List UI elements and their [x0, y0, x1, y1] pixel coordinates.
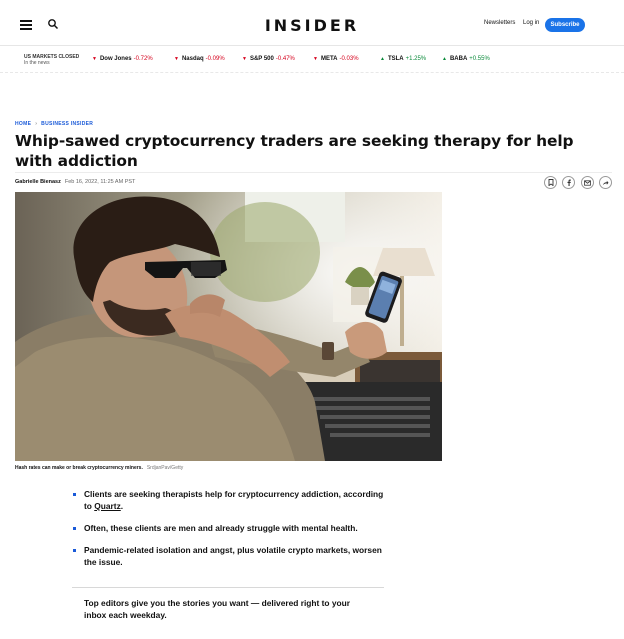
ticker-item-s-p-500[interactable]: ▼ S&P 500 -0.47%: [242, 56, 295, 62]
photo-credit: SrdjanPav/Getty: [146, 465, 184, 471]
ticker-change: +0.55%: [469, 56, 490, 62]
breadcrumb: HOME › BUSINESS INSIDER: [15, 121, 93, 127]
ticker-change: -0.47%: [275, 56, 295, 62]
top-navigation-bar: INSIDER Newsletters Log in Subscribe: [0, 0, 624, 46]
article-headline: Whip-sawed cryptocurrency traders are se…: [15, 132, 574, 170]
subscribe-button[interactable]: Subscribe: [545, 18, 585, 32]
key-point-3: Pandemic-related isolation and angst, pl…: [72, 544, 392, 568]
man-with-phone-photo: [15, 192, 442, 461]
ticker-change: -0.72%: [133, 56, 153, 62]
down-arrow-icon: ▼: [242, 56, 247, 62]
author-name[interactable]: Gabrielle Bienasz: [15, 179, 61, 185]
ticker-symbol: Nasdaq: [181, 56, 204, 62]
ticker-symbol: BABA: [449, 56, 468, 62]
ticker-item-nasdaq[interactable]: ▼ Nasdaq -0.09%: [174, 56, 225, 62]
login-link[interactable]: Log in: [523, 20, 539, 26]
share-arrow-icon: [602, 180, 609, 185]
market-ticker: US MARKETS CLOSED In the news ▼ Dow Jones…: [0, 47, 624, 73]
facebook-share-button[interactable]: [562, 176, 575, 189]
ticker-change: +1.25%: [405, 56, 427, 62]
image-caption: Hash rates can make or break cryptocurre…: [15, 465, 183, 471]
chevron-right-icon: ›: [35, 121, 38, 127]
caption-text: Hash rates can make or break cryptocurre…: [15, 465, 143, 471]
down-arrow-icon: ▼: [92, 56, 97, 62]
key-point-1: Clients are seeking therapists help for …: [72, 488, 392, 512]
headline-divider: [15, 172, 612, 173]
bookmark-icon: [548, 179, 553, 186]
market-status: US MARKETS CLOSED In the news: [24, 54, 79, 66]
up-arrow-icon: ▲: [380, 56, 385, 62]
share-button[interactable]: [599, 176, 612, 189]
key-point-1-text: Clients are seeking therapists help for …: [84, 489, 384, 511]
email-icon: [584, 179, 591, 186]
promo-divider: [72, 587, 384, 588]
ticker-symbol: S&P 500: [249, 56, 274, 62]
breadcrumb-section[interactable]: BUSINESS INSIDER: [41, 121, 93, 127]
ticker-item-tsla[interactable]: ▲ TSLA +1.25%: [380, 56, 426, 62]
article-hero-image: [15, 192, 442, 461]
hamburger-menu-icon[interactable]: [20, 20, 32, 30]
ticker-item-baba[interactable]: ▲ BABA +0.55%: [442, 56, 490, 62]
ticker-symbol: Dow Jones: [99, 56, 132, 62]
down-arrow-icon: ▼: [174, 56, 179, 62]
ticker-symbol: TSLA: [387, 56, 404, 62]
key-points-list: Clients are seeking therapists help for …: [72, 488, 392, 578]
facebook-icon: [567, 179, 571, 186]
bookmark-button[interactable]: [544, 176, 557, 189]
email-share-button[interactable]: [581, 176, 594, 189]
market-status-subtitle: In the news: [24, 60, 50, 66]
key-point-1-end: .: [120, 501, 124, 511]
ticker-item-meta[interactable]: ▼ META -0.03%: [313, 56, 359, 62]
ticker-item-dow-jones[interactable]: ▼ Dow Jones -0.72%: [92, 56, 153, 62]
ticker-change: -0.03%: [339, 56, 359, 62]
newsletter-promo-text: Top editors give you the stories you wan…: [84, 598, 351, 620]
search-icon[interactable]: [47, 18, 59, 30]
ticker-change: -0.09%: [205, 56, 225, 62]
publish-date: Feb 16, 2022, 11:25 AM PST: [64, 179, 136, 185]
quartz-link[interactable]: Quartz: [94, 501, 121, 511]
newsletters-link[interactable]: Newsletters: [484, 20, 515, 26]
byline: Gabrielle Bienasz Feb 16, 2022, 11:25 AM …: [15, 179, 135, 185]
key-point-2: Often, these clients are men and already…: [72, 522, 392, 534]
down-arrow-icon: ▼: [313, 56, 318, 62]
ticker-symbol: META: [320, 56, 338, 62]
breadcrumb-home[interactable]: HOME: [15, 121, 31, 127]
up-arrow-icon: ▲: [442, 56, 447, 62]
